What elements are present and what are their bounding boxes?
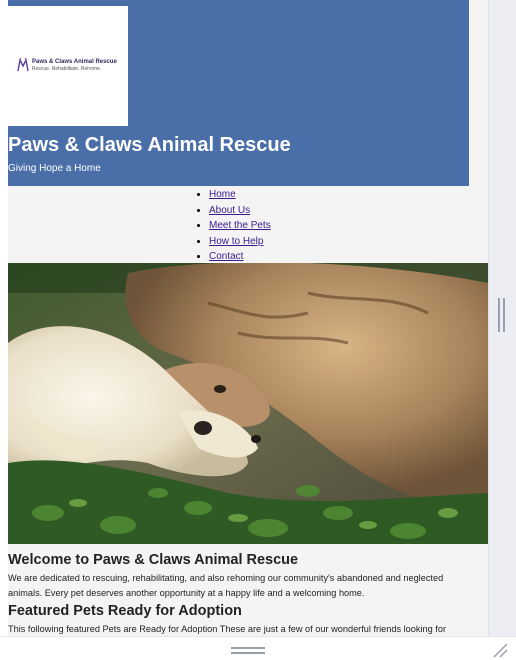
site-title: Paws & Claws Animal Rescue	[8, 134, 291, 156]
resize-corner-icon[interactable]	[492, 642, 508, 658]
browser-frame: Paws & Claws Animal Rescue Rescue. Rehab…	[0, 0, 516, 660]
nav-link-help[interactable]: How to Help	[209, 236, 263, 247]
logo-tagline: Rescue. Rehabilitate. Rehome.	[32, 66, 102, 72]
logo[interactable]: Paws & Claws Animal Rescue Rescue. Rehab…	[8, 6, 128, 126]
site-header: Paws & Claws Animal Rescue Rescue. Rehab…	[8, 0, 469, 186]
nav-link-pets[interactable]: Meet the Pets	[209, 220, 271, 231]
nav-item-pets: Meet the Pets	[209, 218, 271, 234]
nav-link-home[interactable]: Home	[209, 189, 236, 200]
scroll-grip-icon[interactable]	[498, 298, 505, 332]
cat-and-dog-photo	[8, 263, 488, 544]
vertical-scrollbar[interactable]	[488, 0, 516, 636]
resize-grip-icon[interactable]	[231, 647, 265, 654]
welcome-text: We are dedicated to rescuing, rehabilita…	[8, 573, 444, 598]
main-content: Welcome to Paws & Claws Animal Rescue We…	[8, 552, 488, 636]
nav-item-home: Home	[209, 187, 271, 203]
site-tagline: Giving Hope a Home	[8, 163, 101, 174]
welcome-heading: Welcome to Paws & Claws Animal Rescue	[8, 552, 299, 568]
horizontal-resize-bar[interactable]	[0, 636, 516, 660]
paw-logo-icon	[17, 57, 29, 72]
nav-link-about[interactable]: About Us	[209, 205, 250, 216]
featured-text: This following featured Pets are Ready f…	[8, 624, 447, 634]
hero-image	[8, 263, 488, 544]
nav-item-about: About Us	[209, 203, 271, 219]
logo-name: Paws & Claws Animal Rescue	[32, 59, 117, 65]
main-nav: Home About Us Meet the Pets How to Help …	[209, 187, 271, 265]
nav-link-contact[interactable]: Contact	[209, 251, 243, 262]
featured-heading: Featured Pets Ready for Adoption	[8, 603, 242, 619]
nav-item-help: How to Help	[209, 234, 271, 250]
page-viewport[interactable]: Paws & Claws Animal Rescue Rescue. Rehab…	[8, 0, 488, 636]
